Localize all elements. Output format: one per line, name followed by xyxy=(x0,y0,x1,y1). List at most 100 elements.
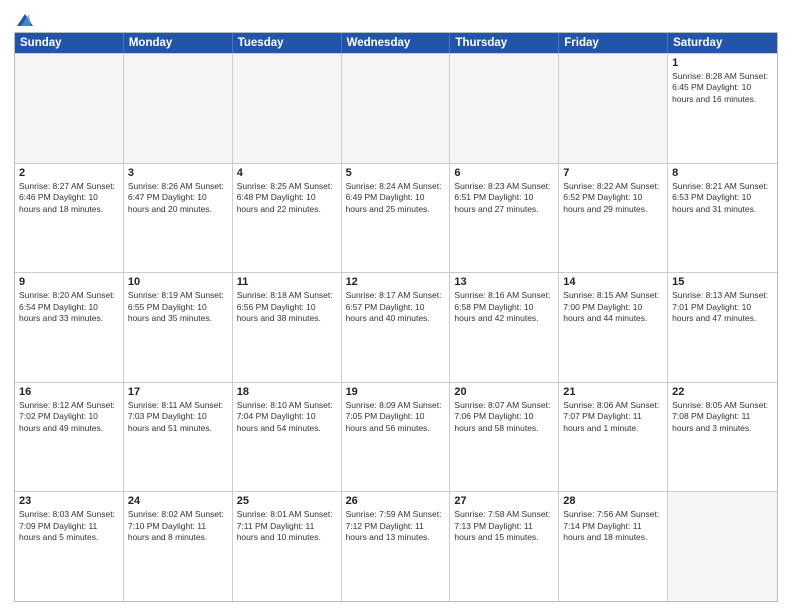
week-row-1: 1 Sunrise: 8:28 AM Sunset: 6:45 PM Daylig… xyxy=(15,53,777,163)
cell-w4-d1: 16Sunrise: 8:12 AM Sunset: 7:02 PM Dayli… xyxy=(15,383,124,492)
day-number: 1 xyxy=(672,57,773,69)
day-info: Sunrise: 8:09 AM Sunset: 7:05 PM Dayligh… xyxy=(346,400,446,434)
calendar-header: Sunday Monday Tuesday Wednesday Thursday… xyxy=(15,33,777,53)
day-number: 18 xyxy=(237,386,337,398)
week-row-5: 23 Sunrise: 8:03 AM Sunset: 7:09 PM Dayli… xyxy=(15,491,777,601)
cell-w4-d6: 21 Sunrise: 8:06 AM Sunset: 7:07 PM Dayli… xyxy=(559,383,668,492)
day-number: 5 xyxy=(346,167,446,179)
day-info: Sunrise: 8:25 AM Sunset: 6:48 PM Dayligh… xyxy=(237,181,337,215)
day-info: Sunrise: 8:18 AM Sunset: 6:56 PM Dayligh… xyxy=(237,290,337,324)
day-info: Sunrise: 8:17 AM Sunset: 6:57 PM Dayligh… xyxy=(346,290,446,324)
logo xyxy=(14,14,33,26)
logo-icon xyxy=(15,12,33,28)
header-wednesday: Wednesday xyxy=(342,33,451,53)
day-number: 19 xyxy=(346,386,446,398)
header-monday: Monday xyxy=(124,33,233,53)
day-info: Sunrise: 8:07 AM Sunset: 7:06 PM Dayligh… xyxy=(454,400,554,434)
day-info: Sunrise: 8:01 AM Sunset: 7:11 PM Dayligh… xyxy=(237,509,337,543)
day-info: Sunrise: 8:13 AM Sunset: 7:01 PM Dayligh… xyxy=(672,290,773,324)
day-number: 11 xyxy=(237,276,337,288)
cell-w3-d6: 14 Sunrise: 8:15 AM Sunset: 7:00 PM Dayli… xyxy=(559,273,668,382)
day-number: 3 xyxy=(128,167,228,179)
header-thursday: Thursday xyxy=(450,33,559,53)
day-info: Sunrise: 8:06 AM Sunset: 7:07 PM Dayligh… xyxy=(563,400,663,434)
cell-w4-d5: 20Sunrise: 8:07 AM Sunset: 7:06 PM Dayli… xyxy=(450,383,559,492)
cell-w1-d7: 1 Sunrise: 8:28 AM Sunset: 6:45 PM Daylig… xyxy=(668,54,777,163)
cell-w5-d4: 26 Sunrise: 7:59 AM Sunset: 7:12 PM Dayli… xyxy=(342,492,451,601)
header-tuesday: Tuesday xyxy=(233,33,342,53)
day-info: Sunrise: 8:11 AM Sunset: 7:03 PM Dayligh… xyxy=(128,400,228,434)
day-info: Sunrise: 8:24 AM Sunset: 6:49 PM Dayligh… xyxy=(346,181,446,215)
page: Sunday Monday Tuesday Wednesday Thursday… xyxy=(0,0,792,612)
day-info: Sunrise: 8:21 AM Sunset: 6:53 PM Dayligh… xyxy=(672,181,773,215)
day-info: Sunrise: 8:26 AM Sunset: 6:47 PM Dayligh… xyxy=(128,181,228,215)
cell-w3-d1: 9Sunrise: 8:20 AM Sunset: 6:54 PM Daylig… xyxy=(15,273,124,382)
cell-w2-d4: 5 Sunrise: 8:24 AM Sunset: 6:49 PM Daylig… xyxy=(342,164,451,273)
day-info: Sunrise: 7:56 AM Sunset: 7:14 PM Dayligh… xyxy=(563,509,663,543)
week-row-4: 16Sunrise: 8:12 AM Sunset: 7:02 PM Dayli… xyxy=(15,382,777,492)
header-friday: Friday xyxy=(559,33,668,53)
week-row-2: 2Sunrise: 8:27 AM Sunset: 6:46 PM Daylig… xyxy=(15,163,777,273)
day-number: 21 xyxy=(563,386,663,398)
day-info: Sunrise: 8:16 AM Sunset: 6:58 PM Dayligh… xyxy=(454,290,554,324)
day-number: 27 xyxy=(454,495,554,507)
cell-w1-d3 xyxy=(233,54,342,163)
cell-w5-d3: 25 Sunrise: 8:01 AM Sunset: 7:11 PM Dayli… xyxy=(233,492,342,601)
day-info: Sunrise: 8:02 AM Sunset: 7:10 PM Dayligh… xyxy=(128,509,228,543)
day-number: 24 xyxy=(128,495,228,507)
cell-w2-d6: 7 Sunrise: 8:22 AM Sunset: 6:52 PM Daylig… xyxy=(559,164,668,273)
cell-w4-d2: 17 Sunrise: 8:11 AM Sunset: 7:03 PM Dayli… xyxy=(124,383,233,492)
day-info: Sunrise: 8:22 AM Sunset: 6:52 PM Dayligh… xyxy=(563,181,663,215)
cell-w3-d4: 12 Sunrise: 8:17 AM Sunset: 6:57 PM Dayli… xyxy=(342,273,451,382)
day-number: 22 xyxy=(672,386,773,398)
cell-w5-d5: 27 Sunrise: 7:58 AM Sunset: 7:13 PM Dayli… xyxy=(450,492,559,601)
day-number: 14 xyxy=(563,276,663,288)
cell-w2-d7: 8 Sunrise: 8:21 AM Sunset: 6:53 PM Daylig… xyxy=(668,164,777,273)
day-number: 23 xyxy=(19,495,119,507)
cell-w4-d7: 22 Sunrise: 8:05 AM Sunset: 7:08 PM Dayli… xyxy=(668,383,777,492)
day-number: 6 xyxy=(454,167,554,179)
cell-w1-d2 xyxy=(124,54,233,163)
day-info: Sunrise: 8:05 AM Sunset: 7:08 PM Dayligh… xyxy=(672,400,773,434)
day-number: 12 xyxy=(346,276,446,288)
day-number: 17 xyxy=(128,386,228,398)
day-number: 28 xyxy=(563,495,663,507)
day-info: Sunrise: 8:10 AM Sunset: 7:04 PM Dayligh… xyxy=(237,400,337,434)
cell-w4-d3: 18 Sunrise: 8:10 AM Sunset: 7:04 PM Dayli… xyxy=(233,383,342,492)
cell-w3-d7: 15Sunrise: 8:13 AM Sunset: 7:01 PM Dayli… xyxy=(668,273,777,382)
cell-w3-d5: 13 Sunrise: 8:16 AM Sunset: 6:58 PM Dayli… xyxy=(450,273,559,382)
week-row-3: 9Sunrise: 8:20 AM Sunset: 6:54 PM Daylig… xyxy=(15,272,777,382)
cell-w3-d2: 10Sunrise: 8:19 AM Sunset: 6:55 PM Dayli… xyxy=(124,273,233,382)
calendar: Sunday Monday Tuesday Wednesday Thursday… xyxy=(14,32,778,602)
day-number: 2 xyxy=(19,167,119,179)
header-saturday: Saturday xyxy=(668,33,777,53)
cell-w2-d2: 3 Sunrise: 8:26 AM Sunset: 6:47 PM Daylig… xyxy=(124,164,233,273)
day-number: 25 xyxy=(237,495,337,507)
day-info: Sunrise: 8:28 AM Sunset: 6:45 PM Dayligh… xyxy=(672,71,773,105)
day-info: Sunrise: 7:59 AM Sunset: 7:12 PM Dayligh… xyxy=(346,509,446,543)
cell-w1-d5 xyxy=(450,54,559,163)
calendar-body: 1 Sunrise: 8:28 AM Sunset: 6:45 PM Daylig… xyxy=(15,53,777,601)
cell-w2-d3: 4 Sunrise: 8:25 AM Sunset: 6:48 PM Daylig… xyxy=(233,164,342,273)
day-info: Sunrise: 8:19 AM Sunset: 6:55 PM Dayligh… xyxy=(128,290,228,324)
day-info: Sunrise: 8:12 AM Sunset: 7:02 PM Dayligh… xyxy=(19,400,119,434)
day-number: 4 xyxy=(237,167,337,179)
header xyxy=(14,10,778,26)
day-info: Sunrise: 8:15 AM Sunset: 7:00 PM Dayligh… xyxy=(563,290,663,324)
cell-w2-d1: 2Sunrise: 8:27 AM Sunset: 6:46 PM Daylig… xyxy=(15,164,124,273)
day-info: Sunrise: 8:03 AM Sunset: 7:09 PM Dayligh… xyxy=(19,509,119,543)
day-number: 9 xyxy=(19,276,119,288)
cell-w1-d1 xyxy=(15,54,124,163)
day-number: 13 xyxy=(454,276,554,288)
day-number: 8 xyxy=(672,167,773,179)
cell-w1-d4 xyxy=(342,54,451,163)
day-info: Sunrise: 7:58 AM Sunset: 7:13 PM Dayligh… xyxy=(454,509,554,543)
day-number: 26 xyxy=(346,495,446,507)
cell-w4-d4: 19 Sunrise: 8:09 AM Sunset: 7:05 PM Dayli… xyxy=(342,383,451,492)
cell-w2-d5: 6 Sunrise: 8:23 AM Sunset: 6:51 PM Daylig… xyxy=(450,164,559,273)
cell-w1-d6 xyxy=(559,54,668,163)
day-info: Sunrise: 8:23 AM Sunset: 6:51 PM Dayligh… xyxy=(454,181,554,215)
cell-w5-d6: 28 Sunrise: 7:56 AM Sunset: 7:14 PM Dayli… xyxy=(559,492,668,601)
day-number: 7 xyxy=(563,167,663,179)
cell-w5-d7 xyxy=(668,492,777,601)
